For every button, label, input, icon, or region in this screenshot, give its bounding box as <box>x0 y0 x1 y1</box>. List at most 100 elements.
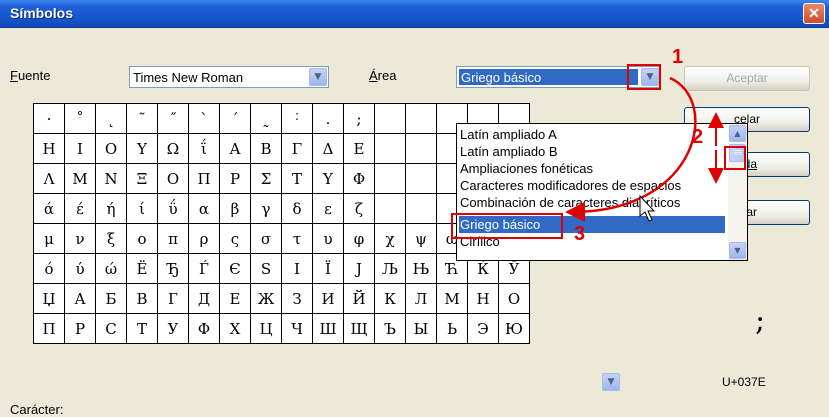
font-select[interactable]: Times New Roman ▼ <box>129 66 329 88</box>
symbol-cell[interactable]: Ж <box>251 284 282 314</box>
symbol-cell[interactable]: . <box>313 104 344 134</box>
symbol-cell[interactable]: σ <box>251 224 282 254</box>
symbol-cell[interactable]: · <box>34 104 65 134</box>
symbol-cell[interactable]: τ <box>282 224 313 254</box>
symbol-cell[interactable]: Ї <box>313 254 344 284</box>
symbol-cell[interactable]: Η <box>34 134 65 164</box>
symbol-cell[interactable]: ε <box>313 194 344 224</box>
accept-button[interactable]: Aceptar <box>684 66 810 91</box>
symbol-cell[interactable]: ά <box>34 194 65 224</box>
symbol-cell[interactable]: Υ <box>127 134 158 164</box>
symbol-cell[interactable]: Ю <box>499 314 530 344</box>
symbol-cell[interactable]: Е <box>220 284 251 314</box>
symbol-cell[interactable]: ˚ <box>65 104 96 134</box>
symbol-cell[interactable]: З <box>282 284 313 314</box>
symbol-cell[interactable]: Ρ <box>220 164 251 194</box>
symbol-cell[interactable]: ξ <box>96 224 127 254</box>
symbol-cell[interactable] <box>406 134 437 164</box>
symbol-cell[interactable]: И <box>313 284 344 314</box>
symbol-cell[interactable]: Љ <box>375 254 406 284</box>
symbol-cell[interactable]: Υ <box>313 164 344 194</box>
symbol-cell[interactable]: Ο <box>158 164 189 194</box>
symbol-cell[interactable]: ˛ <box>96 104 127 134</box>
symbol-cell[interactable] <box>375 164 406 194</box>
symbol-cell[interactable]: Ф <box>189 314 220 344</box>
symbol-cell[interactable]: Ј <box>344 254 375 284</box>
symbol-cell[interactable]: Ы <box>406 314 437 344</box>
symbol-cell[interactable]: Ι <box>65 134 96 164</box>
symbol-cell[interactable]: Φ <box>344 164 375 194</box>
symbol-cell[interactable]: ˝ <box>158 104 189 134</box>
symbol-cell[interactable]: ή <box>96 194 127 224</box>
symbol-cell[interactable]: β <box>220 194 251 224</box>
symbol-cell[interactable]: Њ <box>406 254 437 284</box>
symbol-cell[interactable]: ΐ <box>189 134 220 164</box>
symbol-cell[interactable]: Ђ <box>158 254 189 284</box>
dropdown-item[interactable]: Latín ampliado A <box>459 126 557 143</box>
symbol-cell[interactable]: Л <box>406 284 437 314</box>
symbol-cell[interactable]: Π <box>189 164 220 194</box>
symbol-cell[interactable]: У <box>158 314 189 344</box>
symbol-cell[interactable]: К <box>375 284 406 314</box>
symbol-cell[interactable]: ο <box>127 224 158 254</box>
symbol-cell[interactable]: δ <box>282 194 313 224</box>
symbol-cell[interactable]: Џ <box>34 284 65 314</box>
symbol-cell[interactable]: Ч <box>282 314 313 344</box>
symbol-cell[interactable] <box>406 194 437 224</box>
symbol-cell[interactable]: Х <box>220 314 251 344</box>
symbol-cell[interactable]: ό <box>34 254 65 284</box>
symbol-cell[interactable]: Э <box>468 314 499 344</box>
symbol-cell[interactable] <box>406 164 437 194</box>
symbol-cell[interactable]: ˜ <box>127 104 158 134</box>
symbol-cell[interactable] <box>375 194 406 224</box>
symbol-cell[interactable]: ; <box>344 104 375 134</box>
symbol-cell[interactable]: ρ <box>189 224 220 254</box>
symbol-cell[interactable]: ώ <box>96 254 127 284</box>
symbol-cell[interactable]: О <box>499 284 530 314</box>
symbol-cell[interactable]: ν <box>65 224 96 254</box>
close-button[interactable]: ✕ <box>803 3 825 24</box>
dropdown-scrollbar[interactable]: ▲ ▼ <box>728 124 747 260</box>
symbol-cell[interactable]: Н <box>468 284 499 314</box>
symbol-cell[interactable]: Ν <box>96 164 127 194</box>
symbol-cell[interactable]: ˸ <box>282 104 313 134</box>
dropdown-item[interactable]: Ampliaciones fonéticas <box>459 160 593 177</box>
symbol-cell[interactable]: φ <box>344 224 375 254</box>
symbol-cell[interactable]: Т <box>127 314 158 344</box>
symbol-cell[interactable]: Β <box>251 134 282 164</box>
chevron-down-icon[interactable]: ▼ <box>602 373 620 391</box>
symbol-cell[interactable]: Ѓ <box>189 254 220 284</box>
dropdown-item[interactable]: Combinación de caracteres diacríticos <box>459 194 680 211</box>
area-dropdown-list[interactable]: Latín ampliado A Latín ampliado B Ampliaci… <box>456 123 748 261</box>
symbol-cell[interactable]: Г <box>158 284 189 314</box>
symbol-cell[interactable]: Α <box>220 134 251 164</box>
symbol-cell[interactable] <box>375 134 406 164</box>
symbol-cell[interactable]: Ω <box>158 134 189 164</box>
symbol-cell[interactable]: Ц <box>251 314 282 344</box>
symbol-cell[interactable]: Є <box>220 254 251 284</box>
symbol-cell[interactable]: С <box>96 314 127 344</box>
symbol-cell[interactable]: ΰ <box>158 194 189 224</box>
symbol-cell[interactable]: Λ <box>34 164 65 194</box>
symbol-cell[interactable]: α <box>189 194 220 224</box>
dropdown-item[interactable]: Latín ampliado B <box>459 143 558 160</box>
symbol-cell[interactable]: μ <box>34 224 65 254</box>
symbol-cell[interactable]: А <box>65 284 96 314</box>
symbol-cell[interactable]: М <box>437 284 468 314</box>
symbol-cell[interactable]: Ё <box>127 254 158 284</box>
symbol-cell[interactable]: έ <box>65 194 96 224</box>
symbol-cell[interactable]: ˊ <box>220 104 251 134</box>
symbol-cell[interactable]: І <box>282 254 313 284</box>
symbol-cell[interactable]: П <box>34 314 65 344</box>
symbol-cell[interactable]: ς <box>220 224 251 254</box>
symbol-cell[interactable]: ί <box>127 194 158 224</box>
symbol-cell[interactable] <box>406 104 437 134</box>
chevron-down-icon[interactable]: ▼ <box>729 242 746 259</box>
symbol-cell[interactable]: ˋ <box>189 104 220 134</box>
symbol-cell[interactable]: Γ <box>282 134 313 164</box>
symbol-cell[interactable]: Ε <box>344 134 375 164</box>
symbol-cell[interactable]: Ъ <box>375 314 406 344</box>
symbol-cell[interactable]: Щ <box>344 314 375 344</box>
symbol-cell[interactable]: χ <box>375 224 406 254</box>
dropdown-item[interactable]: Caracteres modificadores de espacios <box>459 177 681 194</box>
